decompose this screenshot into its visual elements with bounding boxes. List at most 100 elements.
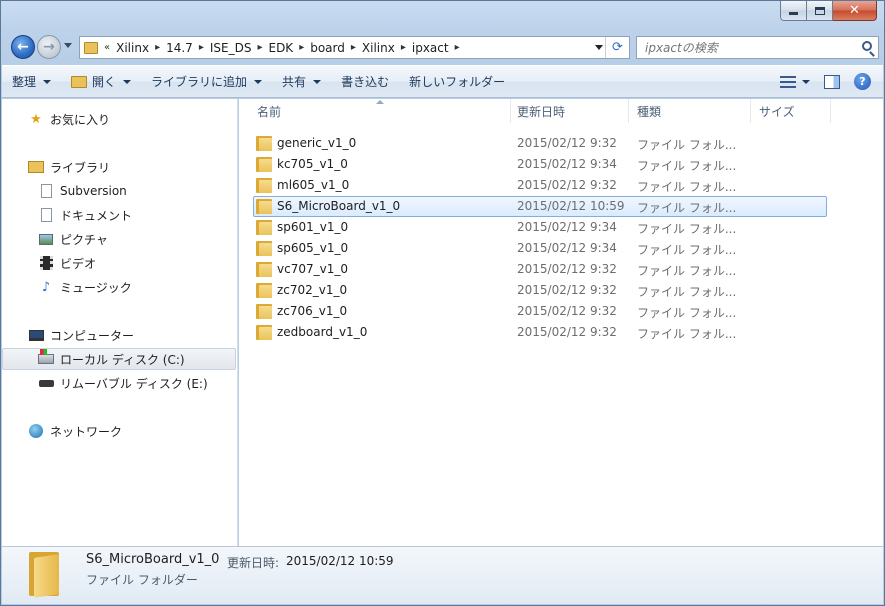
table-row[interactable]: sp605_v1_0 2015/02/12 9:34 ファイル フォル... <box>253 238 827 259</box>
table-row[interactable]: zedboard_v1_0 2015/02/12 9:32 ファイル フォル..… <box>253 322 827 343</box>
minimize-icon <box>789 12 798 15</box>
address-bar[interactable]: « Xilinx ▸ 14.7 ▸ ISE_DS ▸ EDK ▸ board ▸… <box>79 36 630 59</box>
include-in-library-button[interactable]: ライブラリに追加 <box>141 70 272 94</box>
folder-icon <box>256 157 272 172</box>
usb-drive-icon <box>38 375 54 391</box>
breadcrumb-ipxact[interactable]: ipxact <box>412 41 449 55</box>
details-date-label: 更新日時: <box>227 556 280 570</box>
table-row[interactable]: zc702_v1_0 2015/02/12 9:32 ファイル フォル... <box>253 280 827 301</box>
maximize-button[interactable] <box>807 1 833 21</box>
folder-icon <box>256 262 272 277</box>
search-input[interactable] <box>645 40 855 55</box>
address-dropdown-icon[interactable] <box>595 45 603 50</box>
folder-icon <box>256 325 272 340</box>
overflow-chevron[interactable]: « <box>104 42 110 53</box>
sidebar-item-documents[interactable]: ドキュメント <box>2 204 236 226</box>
breadcrumb-separator-icon[interactable]: ▸ <box>257 42 262 53</box>
table-row[interactable]: kc705_v1_0 2015/02/12 9:34 ファイル フォル... <box>253 154 827 175</box>
table-row[interactable]: ml605_v1_0 2015/02/12 9:32 ファイル フォル... <box>253 175 827 196</box>
usb-shape <box>38 379 54 387</box>
breadcrumb-edk[interactable]: EDK <box>268 41 293 55</box>
column-date-label: 更新日時 <box>517 104 566 119</box>
column-header-type[interactable]: 種類 <box>629 99 751 123</box>
breadcrumb-14-7[interactable]: 14.7 <box>166 41 193 55</box>
file-date: 2015/02/12 9:32 <box>517 283 617 297</box>
sidebar-item-pictures[interactable]: ピクチャ <box>2 228 236 250</box>
breadcrumb-separator-icon[interactable]: ▸ <box>199 42 204 53</box>
folder-icon <box>256 304 272 319</box>
chevron-down-icon <box>43 79 52 84</box>
breadcrumb-separator-icon[interactable]: ▸ <box>455 42 460 53</box>
sidebar-item-removable-disk[interactable]: リムーバブル ディスク (E:) <box>2 372 236 394</box>
include-library-label: ライブラリに追加 <box>151 75 248 89</box>
sidebar-item-favorites[interactable]: ★ お気に入り <box>2 108 236 130</box>
share-button[interactable]: 共有 <box>272 70 331 94</box>
network-icon <box>28 423 44 439</box>
organize-button[interactable]: 整理 <box>2 70 61 94</box>
help-icon[interactable]: ? <box>854 73 871 90</box>
sidebar-item-libraries[interactable]: ライブラリ <box>2 156 236 178</box>
breadcrumb-board[interactable]: board <box>310 41 345 55</box>
folder-icon <box>256 136 272 151</box>
table-row[interactable]: generic_v1_0 2015/02/12 9:32 ファイル フォル... <box>253 133 827 154</box>
forward-button[interactable]: → <box>37 35 61 59</box>
preview-pane-icon[interactable] <box>824 74 840 89</box>
file-name: zc702_v1_0 <box>277 283 348 297</box>
breadcrumb-xilinx[interactable]: Xilinx <box>116 41 149 55</box>
search-icon[interactable] <box>862 41 872 51</box>
open-button[interactable]: 開く <box>61 70 141 94</box>
view-dropdown[interactable] <box>796 70 810 94</box>
star-icon: ★ <box>30 111 42 127</box>
file-date: 2015/02/12 9:34 <box>517 157 617 171</box>
column-header-date[interactable]: 更新日時 <box>509 99 629 123</box>
sidebar-item-videos[interactable]: ビデオ <box>2 252 236 274</box>
folder-icon <box>256 199 272 214</box>
sidebar-item-network[interactable]: ネットワーク <box>2 420 236 442</box>
explorer-window: ✕ ← → « Xilinx ▸ 14.7 ▸ ISE_DS ▸ EDK ▸ b… <box>0 0 885 606</box>
file-name: zedboard_v1_0 <box>277 325 368 339</box>
minimize-button[interactable] <box>780 1 807 21</box>
file-name: vc707_v1_0 <box>277 262 348 276</box>
share-label: 共有 <box>282 75 307 89</box>
file-type: ファイル フォル... <box>637 180 737 194</box>
breadcrumb-ise-ds[interactable]: ISE_DS <box>210 41 252 55</box>
breadcrumb-separator-icon[interactable]: ▸ <box>351 42 356 53</box>
change-view-icon[interactable] <box>780 75 796 88</box>
document-shape <box>40 208 52 222</box>
film-shape <box>39 256 53 270</box>
recent-pages-dropdown[interactable] <box>64 43 72 48</box>
sidebar-item-label: ミュージック <box>60 280 132 295</box>
sidebar-item-computer[interactable]: コンピューター <box>2 324 236 346</box>
file-type: ファイル フォル... <box>637 243 737 257</box>
search-box[interactable] <box>636 36 879 59</box>
new-folder-button[interactable]: 新しいフォルダー <box>399 70 515 94</box>
file-type: ファイル フォル... <box>637 159 737 173</box>
navigation-row: ← → « Xilinx ▸ 14.7 ▸ ISE_DS ▸ EDK ▸ boa… <box>9 33 879 61</box>
column-header-name[interactable]: 名前 <box>249 99 511 123</box>
table-row[interactable]: vc707_v1_0 2015/02/12 9:32 ファイル フォル... <box>253 259 827 280</box>
burn-button[interactable]: 書き込む <box>331 70 399 94</box>
chevron-down-icon <box>123 79 132 84</box>
refresh-icon[interactable]: ⟳ <box>605 37 629 58</box>
back-button[interactable]: ← <box>11 35 35 59</box>
column-header-size[interactable]: サイズ <box>751 99 831 123</box>
breadcrumb-separator-icon[interactable]: ▸ <box>401 42 406 53</box>
sidebar-item-subversion[interactable]: Subversion <box>2 180 236 202</box>
breadcrumb-xilinx-2[interactable]: Xilinx <box>362 41 395 55</box>
monitor-shape <box>28 329 44 341</box>
breadcrumb-separator-icon[interactable]: ▸ <box>155 42 160 53</box>
sidebar-item-music[interactable]: ♪ ミュージック <box>2 276 236 298</box>
breadcrumb-separator-icon[interactable]: ▸ <box>299 42 304 53</box>
picture-icon <box>38 231 54 247</box>
details-type: ファイル フォルダー <box>86 573 198 587</box>
table-row[interactable]: zc706_v1_0 2015/02/12 9:32 ファイル フォル... <box>253 301 827 322</box>
file-name: ml605_v1_0 <box>277 178 350 192</box>
file-type: ファイル フォル... <box>637 327 737 341</box>
hard-drive-icon <box>38 349 54 367</box>
close-button[interactable]: ✕ <box>833 1 877 21</box>
table-row[interactable]: sp601_v1_0 2015/02/12 9:34 ファイル フォル... <box>253 217 827 238</box>
table-row-selected[interactable]: S6_MicroBoard_v1_0 2015/02/12 10:59 ファイル… <box>253 196 827 217</box>
details-name: S6_MicroBoard_v1_0 <box>86 552 220 567</box>
video-icon <box>38 255 54 271</box>
sidebar-item-local-disk[interactable]: ローカル ディスク (C:) <box>2 348 236 370</box>
